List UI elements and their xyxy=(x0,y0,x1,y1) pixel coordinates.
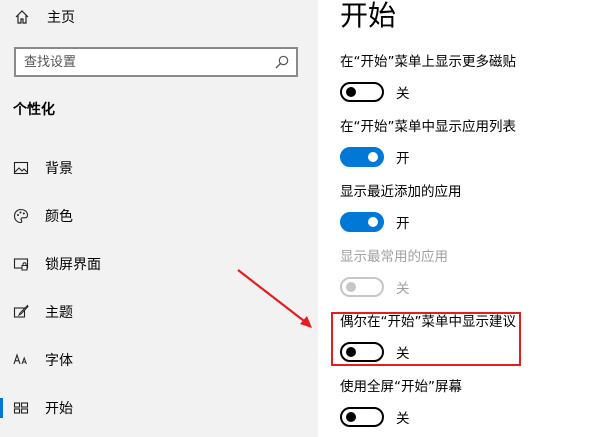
more-tiles-toggle[interactable] xyxy=(340,82,384,102)
theme-brush-icon xyxy=(13,304,29,318)
sidebar-item-start[interactable]: 开始 xyxy=(0,388,318,428)
toggle-state: 开 xyxy=(396,216,410,232)
search-icon[interactable] xyxy=(274,54,290,70)
lock-screen-icon xyxy=(13,258,29,271)
home-nav-item[interactable]: 主页 xyxy=(14,6,75,28)
font-icon xyxy=(13,353,27,365)
setting-label: 在“开始”菜单中显示应用列表 xyxy=(340,119,516,135)
home-icon xyxy=(15,10,29,24)
search-box[interactable] xyxy=(14,47,298,77)
page-title: 开始 xyxy=(340,0,397,32)
toggle-state: 开 xyxy=(396,151,410,167)
toggle-state: 关 xyxy=(396,86,410,102)
palette-icon xyxy=(13,208,29,224)
toggle-state: 关 xyxy=(396,281,410,297)
section-title: 个性化 xyxy=(13,102,55,118)
most-used-toggle xyxy=(340,277,384,297)
setting-label: 使用全屏“开始”屏幕 xyxy=(340,379,462,395)
annotation-arrow-icon xyxy=(237,269,312,328)
main-content: 开始 在“开始”菜单上显示更多磁贴 关 在“开始”菜单中显示应用列表 开 显示最… xyxy=(318,0,600,437)
setting-app-list: 在“开始”菜单中显示应用列表 开 xyxy=(340,117,600,167)
home-label: 主页 xyxy=(47,10,75,26)
setting-recently-added: 显示最近添加的应用 开 xyxy=(340,182,600,232)
sidebar-item-label: 开始 xyxy=(45,401,73,417)
recently-added-toggle[interactable] xyxy=(340,212,384,232)
highlight-box xyxy=(331,312,521,366)
sidebar-item-label: 主题 xyxy=(45,305,73,321)
sidebar-item-fonts[interactable]: 字体 xyxy=(0,340,318,380)
setting-most-used: 显示最常用的应用 关 xyxy=(340,247,600,297)
setting-full-screen: 使用全屏“开始”屏幕 关 xyxy=(340,377,600,427)
setting-more-tiles: 在“开始”菜单上显示更多磁贴 关 xyxy=(340,52,600,102)
sidebar-item-label: 锁屏界面 xyxy=(45,257,101,273)
toggle-state: 关 xyxy=(396,411,410,427)
picture-icon xyxy=(13,161,29,175)
sidebar-item-label: 字体 xyxy=(45,353,73,369)
setting-label: 显示最近添加的应用 xyxy=(340,184,462,200)
full-screen-toggle[interactable] xyxy=(340,407,384,427)
search-input[interactable] xyxy=(24,53,264,71)
sidebar-item-background[interactable]: 背景 xyxy=(0,148,318,188)
setting-label: 显示最常用的应用 xyxy=(340,249,448,265)
sidebar-item-colors[interactable]: 颜色 xyxy=(0,196,318,236)
sidebar-item-label: 背景 xyxy=(45,161,73,177)
setting-label: 在“开始”菜单上显示更多磁贴 xyxy=(340,54,516,70)
sidebar: 主页 个性化 背景 颜色 xyxy=(0,0,318,437)
sidebar-item-label: 颜色 xyxy=(45,209,73,225)
app-list-toggle[interactable] xyxy=(340,147,384,167)
start-menu-icon xyxy=(13,402,29,414)
